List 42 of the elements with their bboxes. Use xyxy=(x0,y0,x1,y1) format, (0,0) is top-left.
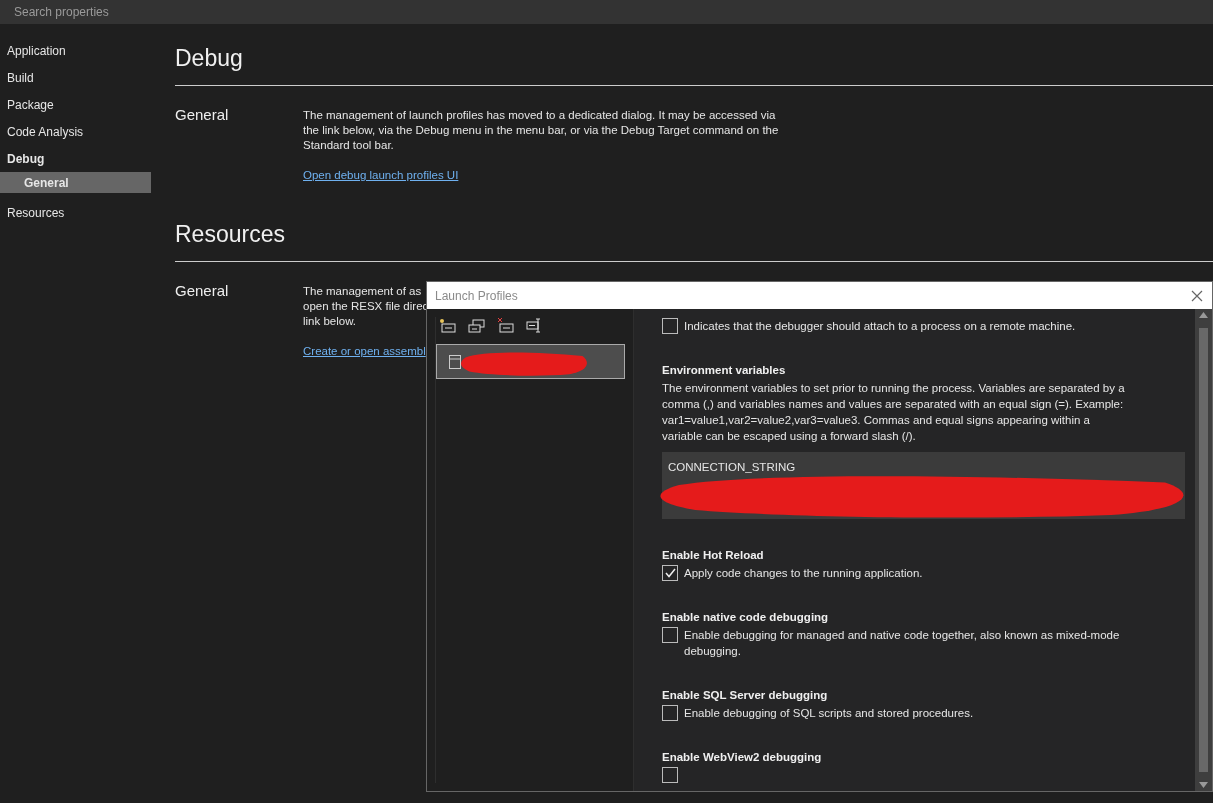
copy-profile-icon[interactable] xyxy=(467,317,486,334)
setting-title: Enable SQL Server debugging xyxy=(662,689,829,701)
checkbox-label: Indicates that the debugger should attach to a process on a remote machine. xyxy=(684,319,1076,334)
setting-title: Enable native code debugging xyxy=(662,611,830,623)
group-label: General xyxy=(175,106,230,125)
group-label: General xyxy=(175,282,230,301)
sidebar-item[interactable]: Application xyxy=(0,37,151,64)
profile-icon xyxy=(449,354,461,369)
close-button[interactable] xyxy=(1190,288,1204,303)
setting-title: Enable Hot Reload xyxy=(662,549,765,561)
checkbox-label: Enable debugging of SQL scripts and stored procedures. xyxy=(684,706,974,721)
new-profile-icon[interactable] xyxy=(438,317,457,334)
section-title: Resources xyxy=(175,217,1213,262)
sidebar-item[interactable]: Build xyxy=(0,64,151,91)
sidebar-item[interactable]: Package xyxy=(0,91,151,118)
scroll-up-icon[interactable] xyxy=(1199,312,1208,318)
scrollbar[interactable] xyxy=(1195,309,1212,791)
checkbox-label: Apply code changes to the running application. xyxy=(684,566,923,581)
checkbox-label: Enable debugging for managed and native code together, also known as mixed-mode debugging. xyxy=(684,628,1121,659)
check-icon xyxy=(664,568,676,578)
description-text: The management of launch profiles has moved to a dedicated dialog. It may be accessed via the link below, via the Debug menu in the menu bar, or via the Debug Target command on the Standard tool bar. xyxy=(303,108,780,153)
checkbox[interactable] xyxy=(662,627,678,643)
link[interactable]: Open debug launch profiles UI xyxy=(303,169,459,181)
sidebar-item[interactable]: Debug xyxy=(0,145,151,172)
environment-variables-field[interactable]: CONNECTION_STRING xyxy=(662,452,1185,519)
sidebar-item[interactable]: General xyxy=(0,172,151,193)
sidebar-item[interactable]: Resources xyxy=(0,199,151,226)
setting-title: Environment variables xyxy=(662,364,787,376)
checkbox[interactable] xyxy=(662,565,678,581)
sidebar-item[interactable]: Code Analysis xyxy=(0,118,151,145)
checkbox[interactable] xyxy=(662,705,678,721)
delete-profile-icon[interactable] xyxy=(496,317,515,334)
dialog-title: Launch Profiles xyxy=(435,288,518,303)
section-title: Debug xyxy=(175,41,1213,86)
profile-item[interactable] xyxy=(436,344,625,379)
checkbox[interactable] xyxy=(662,318,678,334)
setting-description: The environment variables to set prior to running the process. Variables are separated by a comma (,) and variables names and values are separated with an equal sign (=). Example: var1=value1,var2=value2,var3=value3. Commas and equal signs appearing within a variable can be escaped using a forward slash (/). xyxy=(662,381,1126,444)
link[interactable]: Create or open assembl xyxy=(303,345,426,357)
scroll-down-icon[interactable] xyxy=(1199,782,1208,788)
setting-title: Enable WebView2 debugging xyxy=(662,751,823,763)
search-field[interactable]: Search properties xyxy=(0,0,1213,24)
checkbox[interactable] xyxy=(662,767,678,783)
